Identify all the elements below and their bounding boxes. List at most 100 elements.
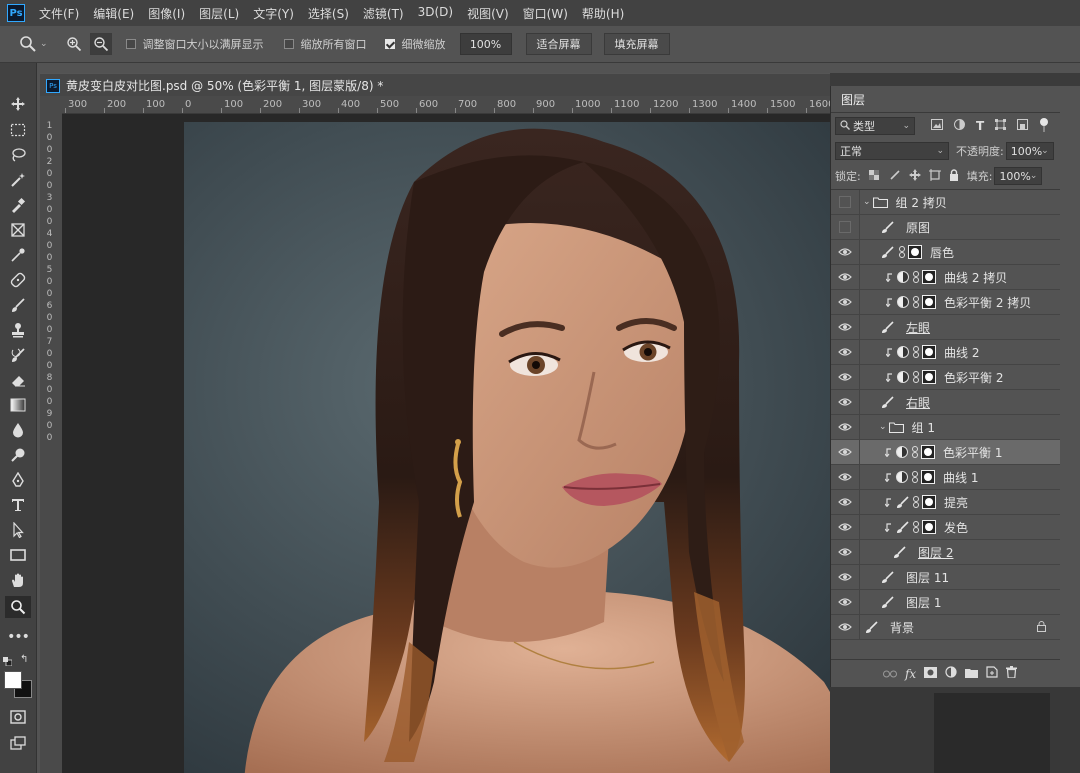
eye-icon[interactable] xyxy=(831,415,860,439)
new-layer-icon[interactable] xyxy=(986,666,998,681)
eye-icon[interactable] xyxy=(831,265,860,289)
layer-row[interactable]: 右眼 xyxy=(831,390,1060,415)
menu-item[interactable]: 文字(Y) xyxy=(253,5,294,22)
layer-row[interactable]: 提亮 xyxy=(831,490,1060,515)
foreground-color-swatch[interactable] xyxy=(4,671,22,689)
chevron-down-icon[interactable]: ⌄ xyxy=(863,197,871,207)
filter-kind-select[interactable]: 类型 ⌄ xyxy=(835,117,915,135)
horizontal-ruler[interactable]: 300 200 100 0 100 200 300 400 500 600 700 800 900 100… xyxy=(62,96,830,114)
layer-row[interactable]: 发色 xyxy=(831,515,1060,540)
link-icon[interactable] xyxy=(913,521,919,533)
lock-all-icon[interactable] xyxy=(949,168,959,184)
zoom-tool-preset-icon[interactable] xyxy=(18,34,38,54)
eye-icon[interactable] xyxy=(831,590,860,614)
link-icon[interactable] xyxy=(913,496,919,508)
lock-position-icon[interactable] xyxy=(908,168,921,184)
eye-icon[interactable] xyxy=(831,515,860,539)
ruler-origin[interactable] xyxy=(40,96,62,113)
layer-mask-thumbnail[interactable] xyxy=(922,495,936,509)
zoom-all-windows-checkbox[interactable]: 缩放所有窗口 xyxy=(283,36,367,52)
zoom-out-icon[interactable] xyxy=(89,33,112,55)
chevron-down-icon[interactable]: ⌄ xyxy=(879,422,887,432)
fx-icon[interactable]: fx xyxy=(905,667,916,681)
link-layers-icon[interactable] xyxy=(882,667,897,681)
delete-layer-icon[interactable] xyxy=(1006,666,1018,681)
layer-row[interactable]: ⌄ 组 1 xyxy=(831,415,1060,440)
checkbox-checked[interactable] xyxy=(384,39,395,49)
gradient-tool-icon[interactable] xyxy=(9,396,27,414)
rectangle-tool-icon[interactable] xyxy=(9,546,27,564)
zoom-in-icon[interactable] xyxy=(64,34,84,54)
eye-icon[interactable] xyxy=(831,365,860,389)
magic-wand-tool-icon[interactable] xyxy=(9,171,27,189)
layer-mask-thumbnail[interactable] xyxy=(922,370,936,384)
layer-mask-thumbnail[interactable] xyxy=(921,470,935,484)
zoom-percent-field[interactable]: 100% xyxy=(459,33,512,55)
layer-mask-thumbnail[interactable] xyxy=(922,295,936,309)
layer-row[interactable]: 图层 2 xyxy=(831,540,1060,565)
layer-mask-thumbnail[interactable] xyxy=(922,270,936,284)
type-tool-icon[interactable] xyxy=(9,496,27,514)
layer-row[interactable]: 曲线 2 xyxy=(831,340,1060,365)
eye-icon[interactable] xyxy=(831,615,860,639)
eye-icon[interactable] xyxy=(831,490,860,514)
marquee-tool-icon[interactable] xyxy=(9,121,27,139)
link-icon[interactable] xyxy=(913,346,919,358)
type-layer-filter-icon[interactable]: T xyxy=(976,119,984,133)
brush-tool-icon[interactable] xyxy=(9,296,27,314)
eye-icon[interactable] xyxy=(831,340,860,364)
menu-item[interactable]: 3D(D) xyxy=(418,5,453,22)
layer-row[interactable]: 色彩平衡 1 xyxy=(831,440,1060,465)
layer-row[interactable]: 色彩平衡 2 xyxy=(831,365,1060,390)
shape-layer-filter-icon[interactable] xyxy=(995,119,1007,133)
empty-visibility-box[interactable] xyxy=(839,196,851,208)
lock-artboard-icon[interactable] xyxy=(928,168,941,184)
menu-item[interactable]: 窗口(W) xyxy=(523,5,568,22)
layer-row[interactable]: 背景 xyxy=(831,615,1060,640)
layer-row[interactable]: 图层 11 xyxy=(831,565,1060,590)
chevron-down-icon[interactable]: ⌄ xyxy=(40,39,48,49)
screen-mode-icon[interactable] xyxy=(9,734,27,752)
menu-item[interactable]: 视图(V) xyxy=(467,5,509,22)
visibility-toggle-off[interactable] xyxy=(831,215,860,239)
frame-tool-icon[interactable] xyxy=(9,221,27,239)
visibility-toggle-off[interactable] xyxy=(831,190,860,214)
pen-tool-icon[interactable] xyxy=(9,471,27,489)
layer-row[interactable]: 左眼 xyxy=(831,315,1060,340)
checkbox[interactable] xyxy=(125,39,136,49)
link-icon[interactable] xyxy=(912,471,918,483)
link-icon[interactable] xyxy=(899,246,905,258)
link-icon[interactable] xyxy=(913,296,919,308)
more-tools-icon[interactable]: ••• xyxy=(7,628,30,646)
path-selection-tool-icon[interactable] xyxy=(9,521,27,539)
eye-icon[interactable] xyxy=(831,290,860,314)
eye-icon[interactable] xyxy=(831,315,860,339)
resize-windows-checkbox[interactable]: 调整窗口大小以满屏显示 xyxy=(125,36,264,52)
blur-tool-icon[interactable] xyxy=(9,421,27,439)
menu-item[interactable]: 滤镜(T) xyxy=(363,5,404,22)
menu-item[interactable]: 选择(S) xyxy=(308,5,349,22)
layer-mask-thumbnail[interactable] xyxy=(922,520,936,534)
layer-row[interactable]: ⌄ 组 2 拷贝 xyxy=(831,190,1060,215)
default-colors-icon[interactable] xyxy=(3,655,13,667)
link-icon[interactable] xyxy=(913,271,919,283)
menu-item[interactable]: 图层(L) xyxy=(199,5,239,22)
swap-colors-icon[interactable]: ↰ xyxy=(20,654,28,665)
layer-row[interactable]: 曲线 1 xyxy=(831,465,1060,490)
lock-transparent-pixels-icon[interactable] xyxy=(868,169,879,183)
eye-icon[interactable] xyxy=(831,440,860,464)
scrubby-zoom-checkbox[interactable]: 细微缩放 xyxy=(384,36,446,52)
fill-field[interactable]: 100% ⌄ xyxy=(994,167,1043,185)
eye-icon[interactable] xyxy=(831,390,860,414)
healing-brush-tool-icon[interactable] xyxy=(9,271,27,289)
move-tool-icon[interactable] xyxy=(9,95,27,113)
blend-mode-select[interactable]: 正常 ⌄ xyxy=(835,142,949,160)
quick-mask-icon[interactable] xyxy=(9,708,27,726)
dodge-tool-icon[interactable] xyxy=(9,446,27,464)
filter-toggle-icon[interactable] xyxy=(1039,117,1049,135)
smart-object-filter-icon[interactable] xyxy=(1017,119,1029,133)
new-group-icon[interactable] xyxy=(965,667,979,681)
vertical-ruler[interactable]: 1 0 0 2 0 0 3 0 0 4 0 0 5 0 0 6 0 0 7 0 0 8 0 0 9 0 0 xyxy=(40,113,63,773)
lock-image-pixels-icon[interactable] xyxy=(889,169,901,184)
eye-icon[interactable] xyxy=(831,240,860,264)
